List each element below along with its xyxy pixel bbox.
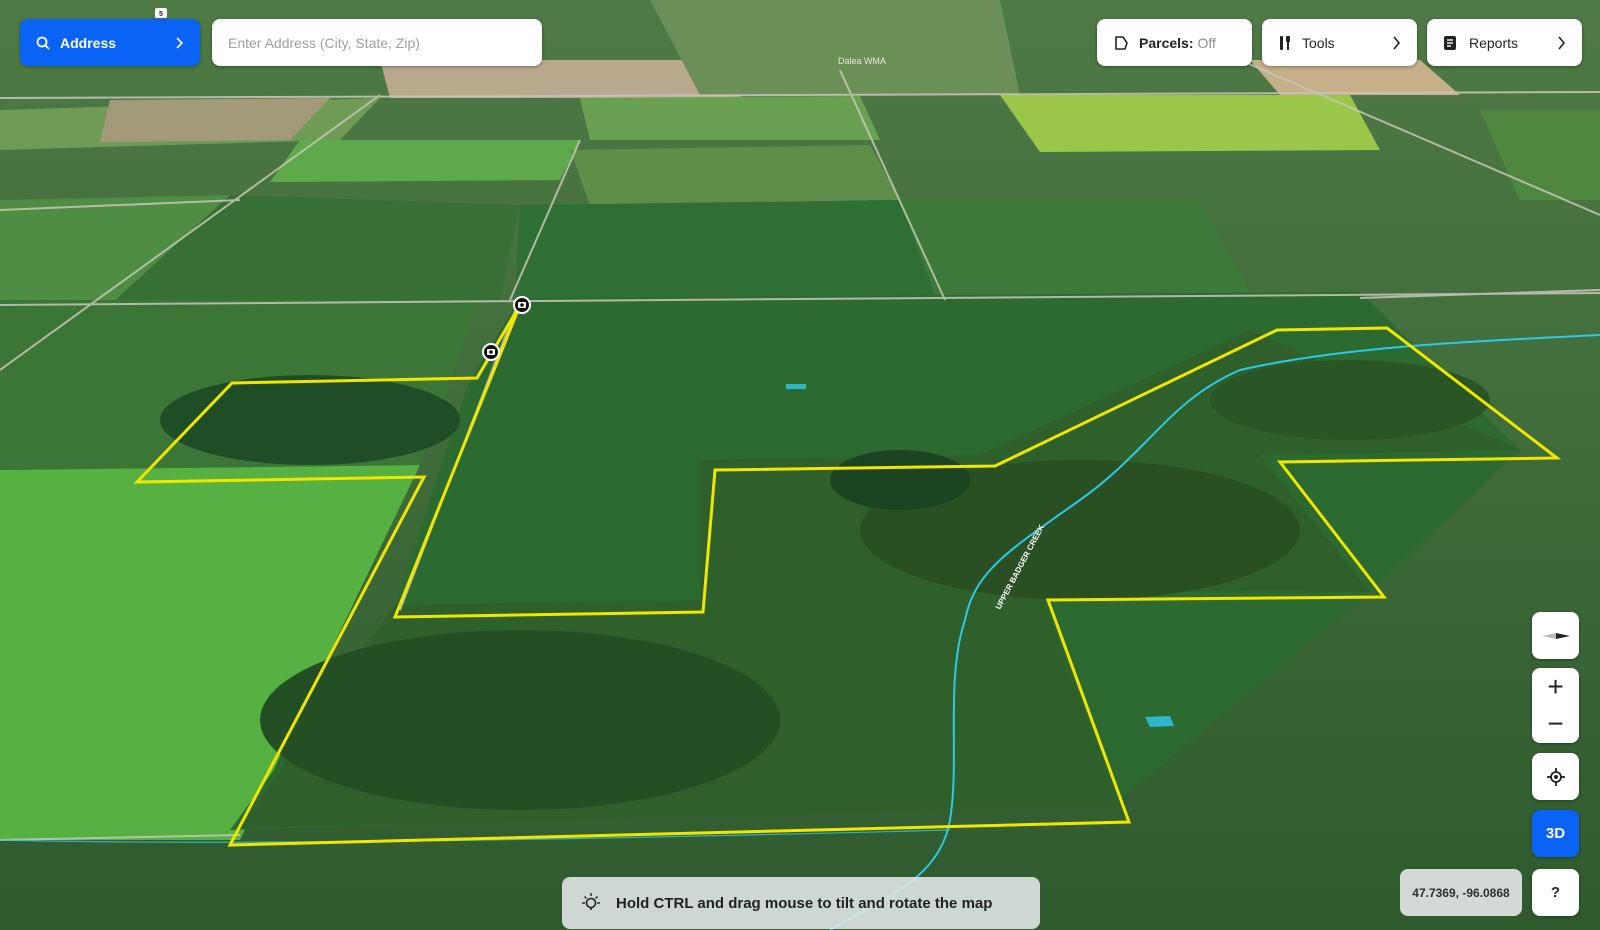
compass-button[interactable]: [1532, 612, 1579, 659]
address-search-label: Address: [60, 34, 117, 51]
parcels-state: Off: [1197, 34, 1216, 51]
chevron-right-icon: [1558, 35, 1566, 50]
reports-button[interactable]: Reports: [1427, 19, 1582, 66]
help-button[interactable]: ?: [1532, 869, 1579, 916]
lightbulb-icon: [582, 893, 600, 910]
reports-label: Reports: [1469, 34, 1519, 51]
chevron-right-icon: [176, 36, 184, 49]
zoom-out-button[interactable]: −: [1532, 706, 1579, 743]
tools-label: Tools: [1302, 34, 1335, 51]
coordinates-readout: 47.7369, -96.0868: [1400, 869, 1522, 916]
tools-icon: [1280, 35, 1290, 50]
parcels-toggle-button[interactable]: Parcels: Off: [1097, 19, 1252, 66]
three-d-toggle-button[interactable]: 3D: [1532, 810, 1579, 857]
camera-icon[interactable]: [482, 343, 500, 361]
address-search-button[interactable]: Address: [20, 19, 200, 66]
parcels-label: Parcels:: [1139, 34, 1194, 51]
camera-icon[interactable]: [513, 296, 531, 314]
tools-button[interactable]: Tools: [1262, 19, 1417, 66]
svg-text:5: 5: [159, 11, 163, 18]
map-label-dalea-wma: Dalea WMA: [838, 56, 886, 66]
satellite-map[interactable]: 5 Dalea WMA UPPER BADGER CREEK: [0, 0, 1600, 930]
hint-text: Hold CTRL and drag mouse to tilt and rot…: [616, 894, 993, 912]
chevron-right-icon: [1393, 35, 1401, 50]
reports-icon: [1444, 35, 1456, 50]
search-icon: [36, 36, 50, 50]
zoom-in-button[interactable]: +: [1532, 669, 1579, 706]
locate-button[interactable]: [1532, 753, 1579, 800]
locate-icon: [1546, 767, 1565, 786]
zoom-controls: + −: [1532, 668, 1579, 743]
address-search-input[interactable]: [212, 19, 542, 66]
parcel-icon: [1115, 35, 1128, 50]
tilt-rotate-hint: Hold CTRL and drag mouse to tilt and rot…: [562, 877, 1040, 929]
compass-icon: [1541, 632, 1570, 639]
